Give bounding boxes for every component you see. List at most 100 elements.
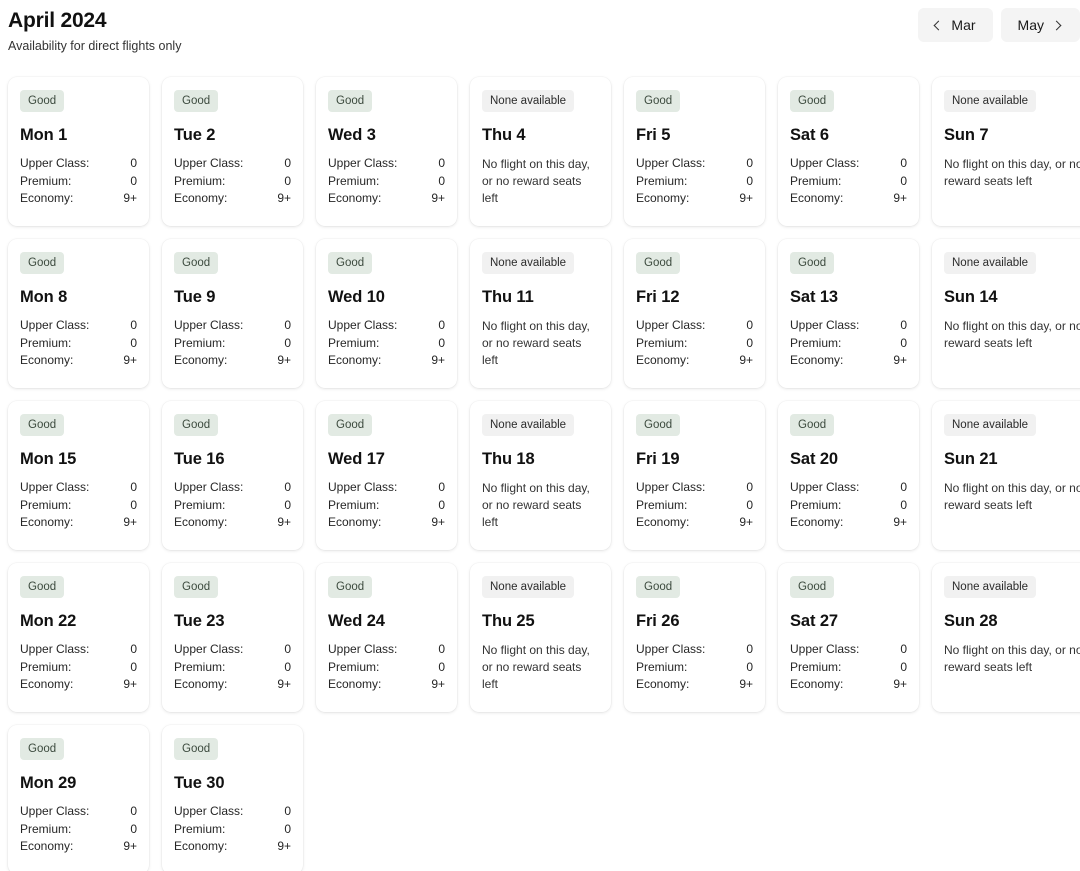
- availability-badge: Good: [174, 576, 219, 598]
- availability-badge: None available: [944, 90, 1037, 112]
- cabin-label-economy: Economy:: [636, 353, 690, 367]
- cabin-availability-list: Upper Class: 0 Premium: 0 Economy: 9+: [790, 317, 907, 370]
- day-label: Tue 2: [174, 126, 216, 144]
- cabin-value-upper-class: 0: [746, 318, 753, 332]
- day-card[interactable]: Good Sat 6 Upper Class: 0 Premium: 0 Economy: 9…: [778, 77, 919, 226]
- cabin-value-premium: 0: [438, 659, 445, 674]
- day-card[interactable]: Good Sat 20 Upper Class: 0 Premium: 0 Economy:…: [778, 401, 919, 550]
- day-card[interactable]: Good Tue 2 Upper Class: 0 Premium: 0 Economy: 9…: [162, 77, 303, 226]
- cabin-value-economy: 9+: [893, 515, 907, 529]
- day-card[interactable]: Good Mon 22 Upper Class: 0 Premium: 0 Economy:…: [8, 563, 149, 712]
- cabin-label-upper-class: Upper Class:: [790, 480, 860, 494]
- cabin-row-economy: Economy: 9+: [790, 190, 907, 208]
- cabin-row-premium: Premium: 0: [20, 497, 137, 515]
- cabin-availability-list: Upper Class: 0 Premium: 0 Economy: 9+: [20, 479, 137, 532]
- day-card[interactable]: None available Sun 7 No flight on this day…: [932, 77, 1080, 226]
- availability-badge: Good: [790, 90, 835, 112]
- no-flight-message: No flight on this day, or no reward seat…: [944, 643, 1080, 674]
- cabin-label-upper-class: Upper Class:: [790, 318, 860, 332]
- cabin-value-economy: 9+: [893, 677, 907, 691]
- day-card[interactable]: Good Wed 24 Upper Class: 0 Premium: 0 Economy:…: [316, 563, 457, 712]
- day-card[interactable]: Good Fri 5 Upper Class: 0 Premium: 0 Economy: 9…: [624, 77, 765, 226]
- day-card[interactable]: Good Tue 9 Upper Class: 0 Premium: 0 Economy: 9…: [162, 239, 303, 388]
- day-card[interactable]: Good Mon 15 Upper Class: 0 Premium: 0 Economy:…: [8, 401, 149, 550]
- cabin-label-economy: Economy:: [790, 677, 844, 691]
- cabin-value-economy: 9+: [123, 191, 137, 205]
- cabin-value-upper-class: 0: [130, 804, 137, 818]
- day-card[interactable]: Good Fri 19 Upper Class: 0 Premium: 0 Economy:…: [624, 401, 765, 550]
- day-card[interactable]: Good Wed 10 Upper Class: 0 Premium: 0 Economy:…: [316, 239, 457, 388]
- day-card[interactable]: Good Tue 30 Upper Class: 0 Premium: 0 Economy:…: [162, 725, 303, 871]
- cabin-row-premium: Premium: 0: [174, 497, 291, 515]
- cabin-row-premium: Premium: 0: [174, 659, 291, 677]
- day-card[interactable]: Good Mon 29 Upper Class: 0 Premium: 0 Economy:…: [8, 725, 149, 871]
- previous-month-button[interactable]: Mar: [918, 8, 993, 42]
- cabin-label-upper-class: Upper Class:: [328, 318, 398, 332]
- cabin-value-upper-class: 0: [746, 480, 753, 494]
- cabin-value-premium: 0: [284, 821, 291, 836]
- day-card[interactable]: None available Thu 11 No flight on this da…: [470, 239, 611, 388]
- cabin-row-economy: Economy: 9+: [790, 676, 907, 694]
- next-month-button[interactable]: May: [1000, 8, 1080, 42]
- cabin-value-upper-class: 0: [130, 318, 137, 332]
- day-card[interactable]: Good Mon 1 Upper Class: 0 Premium: 0 Economy: 9…: [8, 77, 149, 226]
- day-label: Thu 25: [482, 612, 535, 630]
- day-card[interactable]: None available Thu 25 No flight on this da…: [470, 563, 611, 712]
- availability-badge: Good: [20, 576, 65, 598]
- day-card[interactable]: Good Wed 3 Upper Class: 0 Premium: 0 Economy: 9…: [316, 77, 457, 226]
- day-card[interactable]: None available Thu 18 No flight on this da…: [470, 401, 611, 550]
- day-card[interactable]: Good Fri 12 Upper Class: 0 Premium: 0 Economy:…: [624, 239, 765, 388]
- day-label: Fri 19: [636, 450, 680, 468]
- cabin-value-premium: 0: [438, 497, 445, 512]
- cabin-row-economy: Economy: 9+: [174, 676, 291, 694]
- day-label: Fri 5: [636, 126, 671, 144]
- day-card[interactable]: None available Sun 14 No flight on this da…: [932, 239, 1080, 388]
- availability-badge: Good: [20, 252, 65, 274]
- week-row: Good Mon 29 Upper Class: 0 Premium: 0 Economy:…: [8, 725, 1080, 871]
- cabin-label-premium: Premium:: [790, 173, 842, 188]
- cabin-label-upper-class: Upper Class:: [20, 318, 90, 332]
- day-card[interactable]: None available Thu 4 No flight on this day…: [470, 77, 611, 226]
- cabin-label-economy: Economy:: [174, 353, 228, 367]
- cabin-row-premium: Premium: 0: [328, 173, 445, 191]
- availability-badge: Good: [328, 414, 373, 436]
- cabin-label-economy: Economy:: [174, 677, 228, 691]
- cabin-row-upper-class: Upper Class: 0: [790, 641, 907, 659]
- cabin-value-premium: 0: [130, 497, 137, 512]
- day-card[interactable]: Good Mon 8 Upper Class: 0 Premium: 0 Economy: 9…: [8, 239, 149, 388]
- cabin-value-economy: 9+: [431, 353, 445, 367]
- day-card[interactable]: Good Wed 17 Upper Class: 0 Premium: 0 Economy:…: [316, 401, 457, 550]
- day-label: Mon 29: [20, 774, 77, 792]
- availability-badge: Good: [174, 414, 219, 436]
- cabin-value-economy: 9+: [123, 353, 137, 367]
- cabin-label-premium: Premium:: [174, 173, 226, 188]
- availability-badge: Good: [790, 414, 835, 436]
- cabin-label-upper-class: Upper Class:: [20, 804, 90, 818]
- cabin-label-upper-class: Upper Class:: [328, 642, 398, 656]
- cabin-label-premium: Premium:: [20, 659, 72, 674]
- availability-badge: None available: [482, 414, 575, 436]
- day-card[interactable]: None available Sun 28 No flight on this da…: [932, 563, 1080, 712]
- availability-badge: Good: [636, 414, 681, 436]
- cabin-label-economy: Economy:: [174, 191, 228, 205]
- day-label: Tue 23: [174, 612, 225, 630]
- cabin-value-economy: 9+: [431, 515, 445, 529]
- day-card[interactable]: Good Tue 16 Upper Class: 0 Premium: 0 Economy:…: [162, 401, 303, 550]
- day-card[interactable]: Good Fri 26 Upper Class: 0 Premium: 0 Economy:…: [624, 563, 765, 712]
- cabin-label-premium: Premium:: [328, 659, 380, 674]
- week-row: Good Mon 15 Upper Class: 0 Premium: 0 Economy:…: [8, 401, 1080, 550]
- availability-badge: Good: [20, 414, 65, 436]
- day-card[interactable]: None available Sun 21 No flight on this da…: [932, 401, 1080, 550]
- cabin-row-premium: Premium: 0: [20, 335, 137, 353]
- cabin-label-premium: Premium:: [20, 173, 72, 188]
- day-label: Sat 13: [790, 288, 839, 306]
- cabin-value-premium: 0: [284, 335, 291, 350]
- day-card[interactable]: Good Sat 27 Upper Class: 0 Premium: 0 Economy:…: [778, 563, 919, 712]
- cabin-label-premium: Premium:: [328, 497, 380, 512]
- day-card[interactable]: Good Tue 23 Upper Class: 0 Premium: 0 Economy:…: [162, 563, 303, 712]
- cabin-value-premium: 0: [438, 335, 445, 350]
- day-card[interactable]: Good Sat 13 Upper Class: 0 Premium: 0 Economy:…: [778, 239, 919, 388]
- month-navigation: Mar May: [918, 8, 1080, 42]
- cabin-label-economy: Economy:: [636, 677, 690, 691]
- cabin-row-premium: Premium: 0: [636, 497, 753, 515]
